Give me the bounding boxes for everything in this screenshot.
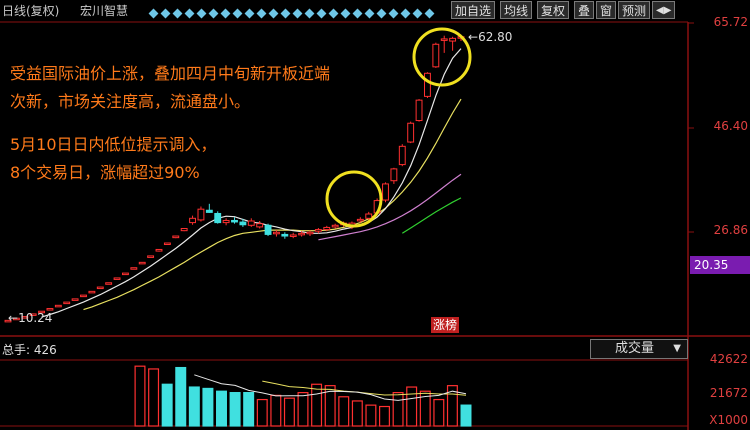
candle-body xyxy=(155,248,163,252)
indicator-selector-label: 成交量 xyxy=(615,341,655,356)
candle-body xyxy=(130,267,138,270)
candle-body xyxy=(298,232,306,236)
candle-body xyxy=(331,224,339,228)
candle-body xyxy=(424,72,431,97)
candle-body xyxy=(147,255,155,258)
low-marker-value: 10.24 xyxy=(18,311,53,325)
volume-bar xyxy=(283,397,295,427)
volume-bar xyxy=(175,366,187,427)
annotation-line-2: 次新，市场关注度高，流通盘小。 xyxy=(10,92,251,111)
candle-body xyxy=(365,213,373,219)
candle-body xyxy=(197,208,205,221)
candle-body xyxy=(373,200,381,214)
indicator-selector[interactable]: 成交量 ▼ xyxy=(590,339,688,359)
volume-bar xyxy=(188,386,200,427)
volume-bar xyxy=(202,387,214,427)
candle-body xyxy=(189,217,196,224)
candle-body xyxy=(407,122,415,143)
volume-bar xyxy=(311,383,323,427)
candle-body xyxy=(88,290,96,294)
price-tick-low: 26.86 xyxy=(713,223,748,237)
volume-bar xyxy=(460,404,472,427)
volume-bar xyxy=(392,392,404,427)
volume-bar xyxy=(297,392,309,427)
volume-bar xyxy=(161,383,173,427)
candle-body xyxy=(390,168,398,182)
volume-bar xyxy=(148,368,160,427)
volume-unit: X1000 xyxy=(709,413,748,427)
volume-bar xyxy=(379,405,390,427)
candle-body xyxy=(214,212,222,224)
candle-body xyxy=(323,226,331,231)
volume-bar xyxy=(406,386,418,427)
volume-bar xyxy=(365,404,377,427)
candle-body xyxy=(348,222,356,228)
candle-body xyxy=(382,183,389,201)
volume-bar xyxy=(433,398,445,427)
volume-tick-high: 42622 xyxy=(709,352,748,366)
price-tick-high: 65.72 xyxy=(713,15,748,29)
current-price-badge: 20.35 xyxy=(690,256,750,274)
candle-body xyxy=(256,223,264,228)
ma10-line xyxy=(83,98,462,311)
volume-title: 总手: 426 xyxy=(2,343,57,357)
candle-body xyxy=(314,229,322,232)
candle-body xyxy=(54,304,62,308)
price-tick-mid: 46.40 xyxy=(713,119,748,133)
candle-body xyxy=(63,301,71,305)
candle-body xyxy=(415,99,423,122)
candle-body xyxy=(122,272,129,276)
high-marker: ←62.80 xyxy=(468,30,513,44)
candle-body xyxy=(239,221,247,226)
candle-body xyxy=(449,37,457,42)
candle-body xyxy=(264,224,272,235)
candle-body xyxy=(432,43,440,68)
candle-body xyxy=(398,145,406,166)
volume-bar xyxy=(134,365,146,427)
candle-body xyxy=(340,222,347,226)
volume-bar xyxy=(229,392,241,427)
stock-chart-window: { "header":{"period":"日线(复权)","name":"宏川… xyxy=(0,0,750,430)
volume-bar xyxy=(243,392,255,427)
candle-body xyxy=(222,219,230,224)
ma30-line xyxy=(401,197,462,234)
candle-body xyxy=(281,233,289,237)
volume-tick-mid: 21672 xyxy=(709,386,748,400)
candle-body xyxy=(80,294,87,298)
annotation-line-1: 受益国际油价上涨，叠加四月中旬新开板近端 xyxy=(10,64,331,83)
volume-bar xyxy=(256,398,268,427)
candle-body xyxy=(138,261,146,265)
candle-body xyxy=(105,282,113,285)
candle-body xyxy=(71,298,79,301)
low-marker: ←10.24 xyxy=(8,311,53,325)
annotation-line-3: 5月10日日内低位提示调入， xyxy=(10,135,217,154)
candle-body xyxy=(205,209,213,213)
candle-body xyxy=(457,36,465,39)
candle-body xyxy=(172,235,180,239)
volume-bar xyxy=(216,390,227,427)
candle-body xyxy=(306,231,314,235)
candle-body xyxy=(113,277,121,280)
chevron-down-icon: ▼ xyxy=(673,343,681,354)
candle-body xyxy=(46,308,54,311)
volume-bar xyxy=(270,394,282,427)
candle-body xyxy=(96,286,104,290)
candle-body xyxy=(247,220,255,226)
candle-body xyxy=(231,219,238,223)
candle-body xyxy=(356,218,364,222)
volume-bar xyxy=(351,400,363,427)
candle-body xyxy=(163,242,171,246)
candle-body xyxy=(289,234,297,237)
candle-body xyxy=(440,38,448,41)
candle-body xyxy=(180,228,188,232)
annotation-line-4: 8个交易日，涨幅超过90% xyxy=(10,163,200,182)
high-marker-value: 62.80 xyxy=(478,30,513,44)
candle-body xyxy=(273,231,280,235)
limit-up-tag: 涨榜 xyxy=(431,317,460,333)
volume-bar xyxy=(338,396,350,427)
